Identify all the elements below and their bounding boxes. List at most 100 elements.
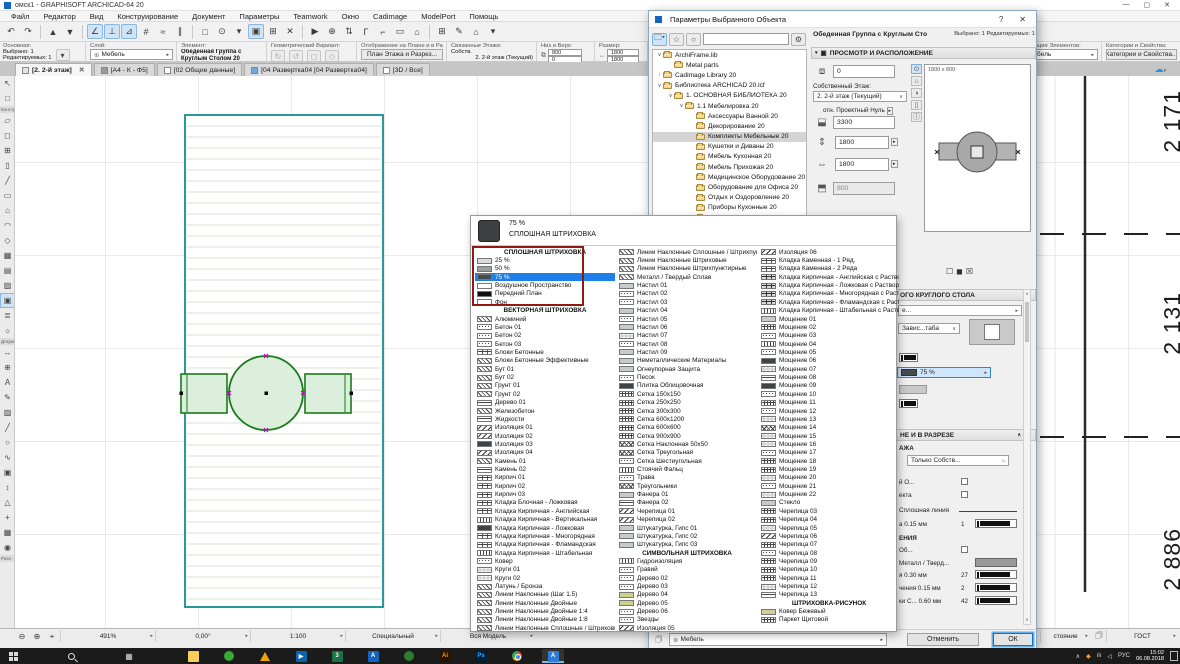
marquee-mode-icon[interactable]: □ <box>197 24 213 39</box>
action-center-icon[interactable] <box>1170 651 1178 661</box>
tree-expand-icon[interactable]: ∨ <box>656 52 663 58</box>
zoom-level-combo[interactable]: 491%▸ <box>60 630 155 642</box>
fill-item[interactable]: Кладка Блочная - Ложковая <box>475 499 615 507</box>
gravity-icon[interactable]: ≈ <box>155 24 171 39</box>
zoom-icon[interactable]: ⊕ <box>324 24 340 39</box>
object-tool[interactable]: ▣ <box>0 293 15 308</box>
rotate-cw-icon[interactable]: ↻ <box>271 50 285 62</box>
tree-item[interactable]: Аксессуары Ванной 20 <box>653 111 806 121</box>
fill-item[interactable]: Мощение 12 <box>759 407 899 415</box>
home-story-combo[interactable]: 2. 2-й этаж (Текущий)∨ <box>813 91 907 102</box>
curtain-wall-tool[interactable]: ▤ <box>0 263 15 278</box>
pen-chip[interactable] <box>975 570 1017 579</box>
fill-item[interactable]: Железобетон <box>475 407 615 415</box>
tray-language[interactable]: РУС <box>1118 653 1130 659</box>
fill-item[interactable]: Фанера 02 <box>617 499 757 507</box>
fill-item[interactable]: Фон <box>475 298 615 306</box>
column-tool[interactable]: ▯ <box>0 158 15 173</box>
folder-view-icon[interactable]: 🗀▾ <box>652 33 667 46</box>
fill-item[interactable]: Мощение 04 <box>759 340 899 348</box>
view-tab-0[interactable]: [2. 2-й этаж]✕ <box>15 63 92 76</box>
lamp-tool[interactable]: ☼ <box>0 323 15 338</box>
fill-item[interactable]: Кладка Кирпичная - Ложковая <box>475 524 615 532</box>
default-settings-icon[interactable]: ▾ <box>56 49 70 61</box>
fill-item[interactable]: Гидроизоляция <box>617 557 757 565</box>
elevation-tool[interactable]: △ <box>0 495 15 510</box>
fill-item[interactable]: Линии Наклонные (Шаг 1.5) <box>475 591 615 599</box>
app-explorer[interactable] <box>182 649 204 663</box>
grid-snap-icon[interactable]: # <box>138 24 154 39</box>
fill-item[interactable]: 50 % <box>475 265 615 273</box>
fill-item[interactable]: Гравий <box>617 566 757 574</box>
fill-item[interactable]: Штукатурка, Гипс 03 <box>617 541 757 549</box>
group-icon[interactable]: ⊞ <box>265 24 281 39</box>
fill-item[interactable]: Настил 06 <box>617 323 757 331</box>
fill-item[interactable]: Мощение 20 <box>759 474 899 482</box>
size-width-input[interactable]: 1800 <box>607 49 639 56</box>
fill-item[interactable]: Черепица 07 <box>759 541 899 549</box>
plan-view-icon[interactable]: ⊙ <box>911 64 922 74</box>
fill-item[interactable]: Мощение 17 <box>759 449 899 457</box>
fill-item[interactable]: Алюминий <box>475 315 615 323</box>
fill-item[interactable]: Сетка 150x150 <box>617 390 757 398</box>
beam-tool[interactable]: ╱ <box>0 173 15 188</box>
front-view-icon[interactable]: ⌂ <box>911 76 922 86</box>
fill-item[interactable]: Настил 03 <box>617 298 757 306</box>
fit-in-window-icon[interactable]: Γ <box>358 24 374 39</box>
menu-item-modelport[interactable]: ModelPort <box>414 12 462 21</box>
app-archicad-blue[interactable]: A <box>362 649 384 663</box>
fill-item[interactable]: Кладка Кирпичная - Английская с Растворо… <box>759 273 899 281</box>
pick-up-parameters-icon[interactable]: ▲ <box>45 24 61 39</box>
fill-item[interactable]: Мощение 11 <box>759 398 899 406</box>
fill-item[interactable]: Грунт 02 <box>475 390 615 398</box>
start-button[interactable] <box>2 649 24 663</box>
fill-item[interactable]: Линии Наклонные Двойные 1:4 <box>475 607 615 615</box>
tree-item[interactable]: Отдых и Оздоровление 20 <box>653 193 806 203</box>
fill-item[interactable]: Черепица 04 <box>759 516 899 524</box>
fill-item[interactable]: Изоляция 05 <box>617 624 757 632</box>
menu-item-редактор[interactable]: Редактор <box>36 12 82 21</box>
tab-dependency-combo[interactable]: Завис...таба∨ <box>898 323 960 334</box>
radial-dimension-tool[interactable]: ⊕ <box>0 360 15 375</box>
fill-item[interactable]: Кладка Кирпичная - Ложковая с Раствором <box>759 281 899 289</box>
height-options-button[interactable]: ▸ <box>891 138 898 146</box>
fill-item[interactable]: Грунт 01 <box>475 382 615 390</box>
taskbar-search-button[interactable] <box>60 649 82 663</box>
rotate-ccw-icon[interactable]: ↺ <box>289 50 303 62</box>
arrow-mode-icon[interactable]: ▶ <box>307 24 323 39</box>
fill-item[interactable]: Мощение 06 <box>759 357 899 365</box>
fill-item[interactable]: Мощение 14 <box>759 424 899 432</box>
tray-network-icon[interactable]: ılı <box>1097 653 1102 659</box>
tree-expand-icon[interactable]: › <box>656 72 663 78</box>
fill-item[interactable]: Дерево 06 <box>617 607 757 615</box>
view-tab-1[interactable]: [А4 - К - Ф5] <box>94 63 155 76</box>
app-photoshop[interactable]: Ps <box>470 649 492 663</box>
roof-tool[interactable]: ⌂ <box>0 203 15 218</box>
checkbox[interactable] <box>961 546 968 553</box>
fill-item[interactable]: Кладка Кирпичная - Английская <box>475 507 615 515</box>
fill-item[interactable]: Кирпич 03 <box>475 490 615 498</box>
top-value-input[interactable]: 800 <box>548 49 582 56</box>
gear-icon[interactable]: ⚙ <box>791 33 806 46</box>
lock-icon[interactable]: ⊙ <box>214 24 230 39</box>
fill-item[interactable]: Мощение 15 <box>759 432 899 440</box>
fill-item[interactable]: Воздушное Пространство <box>475 281 615 289</box>
tray-clock[interactable]: 15:0206.08.2018 <box>1136 650 1164 662</box>
home-view-icon[interactable]: ⌂ <box>409 24 425 39</box>
fill-item[interactable]: Паркет Щитовой <box>759 616 899 624</box>
app-movies[interactable]: ▶ <box>290 649 312 663</box>
zone-tool[interactable]: ▨ <box>0 278 15 293</box>
wall-tool[interactable]: ▱ <box>0 113 15 128</box>
view-tab-3[interactable]: [04 Развертка04 [04 Развертка04] <box>244 63 374 76</box>
fill-item[interactable]: Черепица 01 <box>617 507 757 515</box>
menu-item-cadimage[interactable]: Cadimage <box>366 12 414 21</box>
fill-item[interactable]: Мощение 03 <box>759 332 899 340</box>
dialog-close-button[interactable]: ✕ <box>1019 15 1026 24</box>
slab-tool[interactable]: ▭ <box>0 188 15 203</box>
fill-item[interactable]: Дерево 01 <box>475 398 615 406</box>
fill-item[interactable]: Стоячий Фальц <box>617 465 757 473</box>
fill-item[interactable]: Кладка Кирпичная - Многорядная с Раствор… <box>759 290 899 298</box>
fill-item[interactable]: Бут 01 <box>475 365 615 373</box>
fill-item[interactable]: Черепица 02 <box>617 516 757 524</box>
menu-item-вид[interactable]: Вид <box>83 12 111 21</box>
